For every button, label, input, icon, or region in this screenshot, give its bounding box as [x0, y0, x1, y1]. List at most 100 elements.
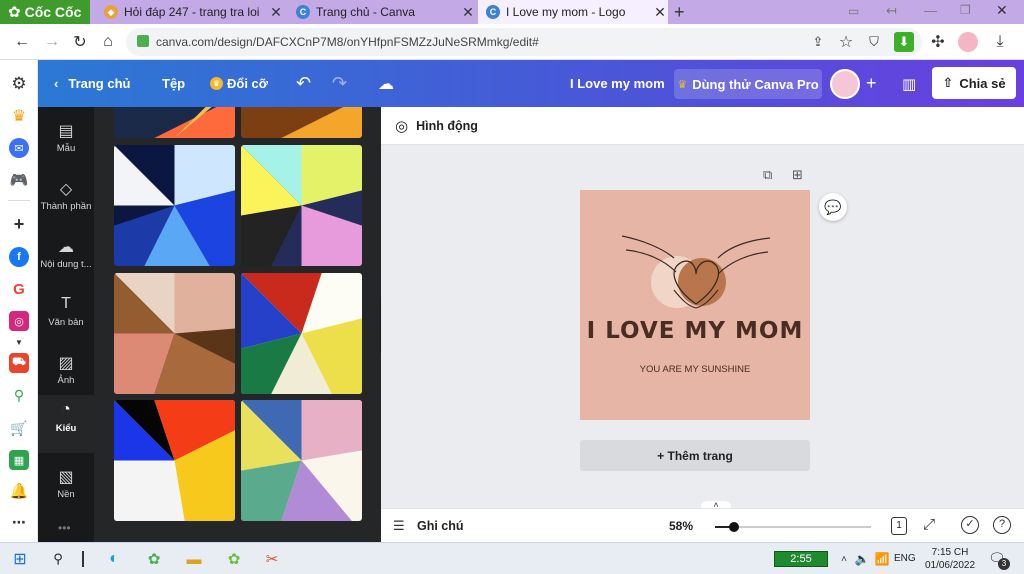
rail-item-elements[interactable]: ◇ Thành phần	[38, 173, 94, 229]
design-title[interactable]: I Love my mom	[570, 60, 665, 107]
edge-browser-icon[interactable]: ◐	[104, 549, 124, 569]
search-icon[interactable]: ⚲	[48, 549, 68, 569]
settings-gear-icon[interactable]: ⚙	[9, 74, 29, 94]
user-avatar[interactable]	[830, 69, 860, 99]
rail-item-backgrounds[interactable]: ▧ Nền	[38, 461, 94, 517]
window-close-icon[interactable]: ✕	[996, 2, 1008, 19]
home-button[interactable]: ‹ Trang chủ	[54, 60, 130, 107]
share-page-icon[interactable]: ⇪	[806, 30, 830, 54]
show-hidden-icons-chevron-icon[interactable]: ˄	[834, 549, 854, 569]
windows-start-icon[interactable]: ⊞	[10, 549, 30, 569]
design-headline[interactable]: I LOVE MY MOM	[580, 318, 810, 344]
coccoc-browser-icon[interactable]: ✿	[144, 549, 164, 569]
input-language[interactable]: ENG	[894, 553, 916, 564]
upload-icon: ☁	[58, 239, 74, 256]
resize-button[interactable]: ♛ Đổi cỡ	[210, 60, 268, 107]
color-palette-8[interactable]	[241, 400, 362, 521]
bookmark-star-icon[interactable]: ☆	[834, 30, 858, 54]
coccoc-pinned-icon[interactable]: ✿	[224, 549, 244, 569]
share-button[interactable]: ⇧ Chia sẻ	[932, 67, 1016, 99]
add-collaborator-icon[interactable]: +	[866, 60, 877, 107]
file-menu-button[interactable]: Tệp	[162, 60, 185, 107]
insights-chart-icon[interactable]: ▥	[902, 60, 916, 107]
shop-icon[interactable]: ⛟	[9, 353, 29, 373]
instagram-icon[interactable]: ◎	[9, 311, 29, 331]
volume-icon[interactable]: 🔈	[852, 549, 872, 569]
back-arrow-icon[interactable]: ←	[10, 30, 34, 54]
url-field[interactable]: canva.com/design/DAFCXCnP7M8/onYHfpnFSMZ…	[126, 28, 922, 56]
notes-button[interactable]: Ghi chú	[417, 519, 464, 533]
restore-back-icon[interactable]: ↤	[886, 3, 897, 19]
try-canva-pro-button[interactable]: ♛ Dùng thử Canva Pro	[674, 69, 822, 99]
help-icon[interactable]: ?	[993, 516, 1011, 534]
minimize-icon[interactable]: —	[924, 3, 937, 18]
download-badge-icon[interactable]: ⬇	[892, 30, 916, 54]
tab-i-love-my-mom[interactable]: C I Love my mom - Logo ✕	[478, 0, 668, 24]
animate-button[interactable]: Hình động	[416, 119, 478, 133]
close-icon[interactable]: ✕	[460, 4, 476, 21]
tab-hoidap[interactable]: ◆ Hỏi đáp 247 - trang tra loi ✕	[96, 0, 284, 24]
rail-item-text[interactable]: T Văn bản	[38, 289, 94, 345]
color-palette-7[interactable]	[114, 400, 235, 521]
color-palette-3[interactable]	[114, 145, 235, 266]
facebook-icon[interactable]: f	[9, 247, 29, 267]
add-page-icon[interactable]: ⊞	[792, 167, 803, 183]
file-explorer-icon[interactable]: ▬	[184, 549, 204, 569]
add-icon[interactable]: +	[9, 214, 29, 234]
downloads-icon[interactable]: ⤓	[988, 30, 1012, 54]
color-palette-1[interactable]	[114, 107, 235, 138]
extensions-puzzle-icon[interactable]: ✣	[926, 30, 950, 54]
profile-avatar-icon[interactable]	[956, 30, 980, 54]
undo-icon[interactable]: ↶	[296, 60, 311, 107]
clock[interactable]: 7:15 CH 01/06/2022	[924, 546, 976, 572]
gamepad-icon[interactable]: 🎮	[9, 170, 29, 190]
zoom-level[interactable]: 58%	[669, 519, 693, 533]
more-chevron-icon[interactable]: ▼	[9, 332, 29, 352]
zoom-slider-thumb[interactable]	[728, 522, 739, 532]
crown-icon[interactable]: ♛	[9, 106, 29, 126]
tab-canva-home[interactable]: C Trang chủ - Canva ✕	[288, 0, 476, 24]
reload-icon[interactable]: ↻	[68, 30, 92, 54]
color-palette-4[interactable]	[241, 145, 362, 266]
check-circle-icon[interactable]: ✓	[961, 516, 979, 534]
fullscreen-icon[interactable]: ⤢	[923, 516, 935, 533]
duplicate-page-icon[interactable]: ⧉	[763, 167, 772, 183]
shield-icon[interactable]: ⛉	[862, 30, 886, 54]
window-tools-icon[interactable]: ▭	[848, 4, 859, 18]
home-icon[interactable]: ⌂	[96, 30, 120, 54]
rail-item-templates[interactable]: ▤ Mẫu	[38, 115, 94, 171]
snipping-tool-icon[interactable]: ✂	[262, 549, 282, 569]
zoom-slider-track[interactable]	[715, 522, 871, 532]
browser-brand[interactable]: ✿ Cốc Cốc	[0, 0, 90, 24]
maximize-icon[interactable]: ❐	[960, 3, 971, 17]
cloud-saved-icon[interactable]: ☁	[378, 60, 394, 107]
browser-tab-bar: ✿ Cốc Cốc ◆ Hỏi đáp 247 - trang tra loi …	[0, 0, 1024, 24]
rail-item-uploads[interactable]: ☁ Nội dung t...	[38, 231, 94, 287]
forward-arrow-icon[interactable]: →	[40, 30, 64, 54]
design-subline[interactable]: YOU ARE MY SUNSHINE	[580, 364, 810, 375]
map-pin-icon[interactable]: ⚲	[9, 385, 29, 405]
messenger-icon[interactable]: ✉	[9, 138, 29, 158]
wifi-icon[interactable]: 📶	[872, 549, 892, 569]
color-palette-5[interactable]	[114, 273, 235, 394]
comment-add-icon[interactable]: 💬	[819, 193, 847, 221]
color-palette-2[interactable]	[241, 107, 362, 138]
color-palette-6[interactable]	[241, 273, 362, 394]
notification-bell-icon[interactable]: 🔔	[9, 481, 29, 501]
redo-icon[interactable]: ↷	[332, 60, 347, 107]
cart-icon[interactable]: 🛒	[9, 418, 29, 438]
more-dots-icon[interactable]: ⋯	[9, 512, 29, 532]
close-icon[interactable]: ✕	[268, 4, 284, 21]
chevron-left-icon: ‹	[54, 76, 59, 91]
design-page[interactable]: I LOVE MY MOM YOU ARE MY SUNSHINE	[580, 190, 810, 420]
battery-indicator[interactable]: 2:55	[774, 551, 828, 567]
new-tab-icon[interactable]: +	[674, 2, 685, 23]
spreadsheet-icon[interactable]: ▦	[9, 450, 29, 470]
page-count-button[interactable]: 1	[891, 517, 907, 535]
add-page-button[interactable]: + Thêm trang	[580, 440, 810, 471]
more-dots-icon[interactable]: •••	[58, 521, 71, 535]
rail-item-styles[interactable]: ◔ Kiểu	[38, 395, 94, 453]
close-icon[interactable]: ✕	[652, 4, 668, 21]
google-icon[interactable]: G	[9, 279, 29, 299]
notification-count-badge: 3	[998, 558, 1010, 570]
